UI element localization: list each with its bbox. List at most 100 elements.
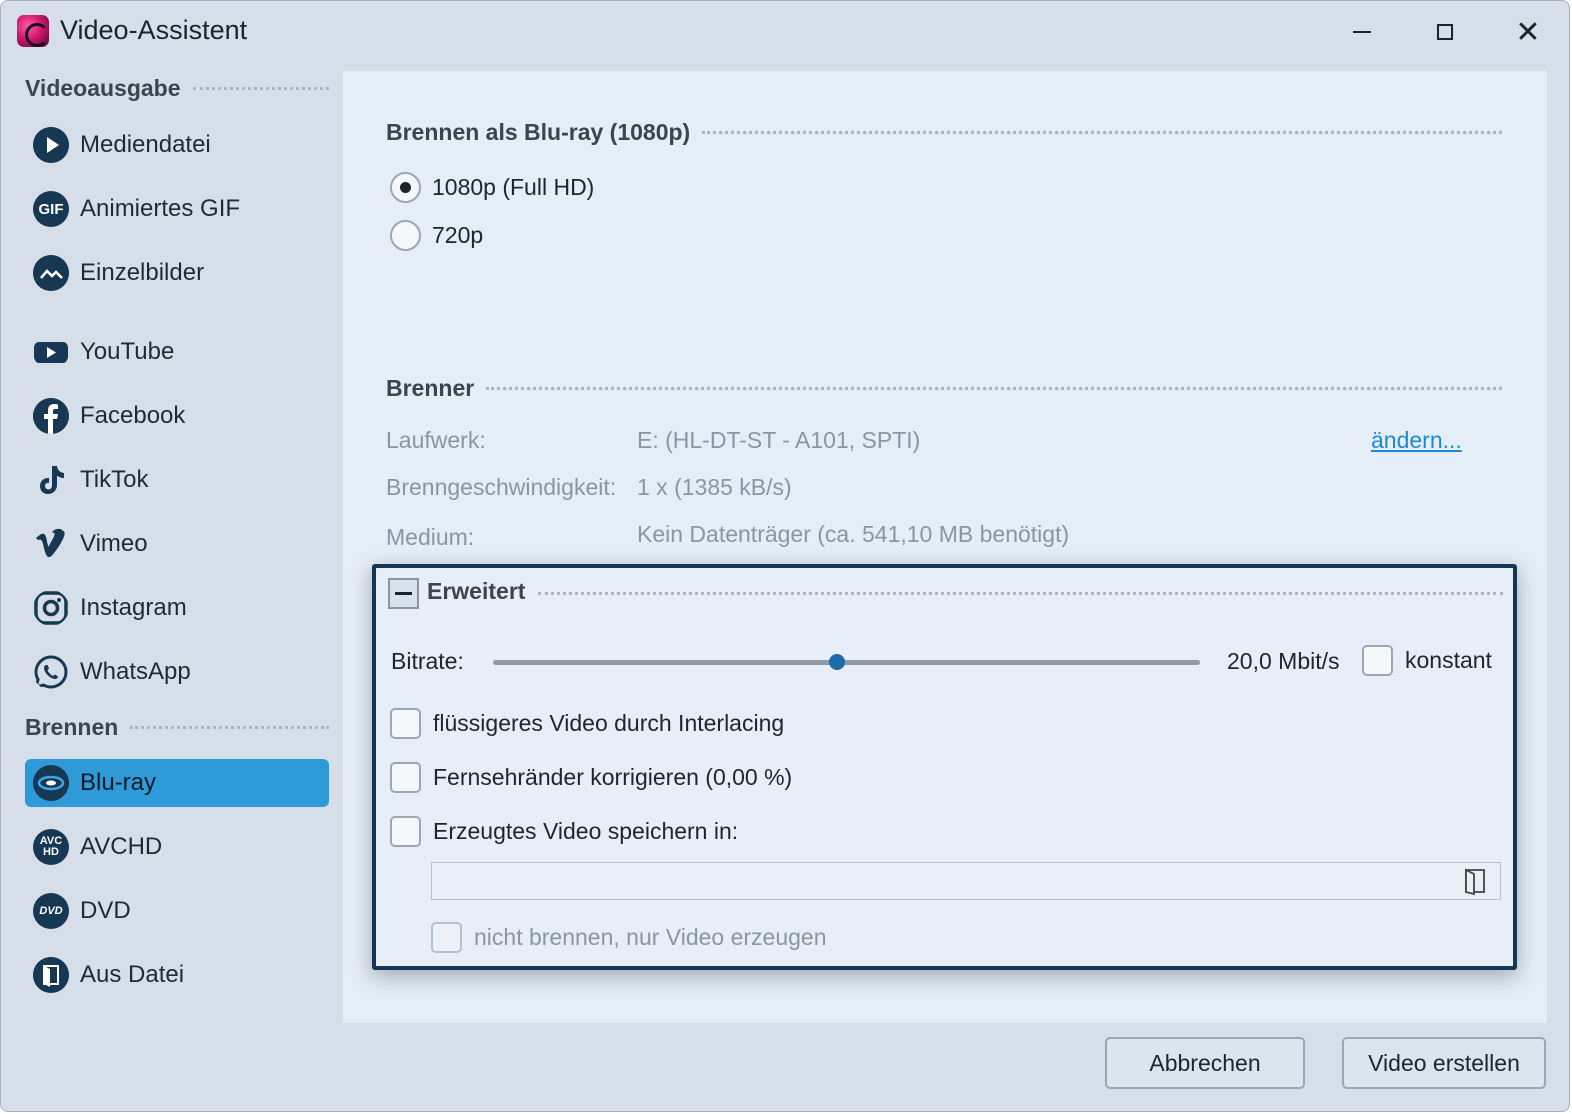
tv-edges-checkbox-row[interactable]: Fernsehränder korrigieren (0,00 %) bbox=[390, 762, 792, 793]
sidebar-item-bluray[interactable]: Blu-ray bbox=[25, 759, 329, 807]
sidebar-item-aus-datei[interactable]: Aus Datei bbox=[25, 951, 329, 999]
tiktok-icon bbox=[33, 462, 69, 498]
burn-as-title: Brennen als Blu-ray (1080p) bbox=[386, 119, 691, 145]
minimize-button[interactable] bbox=[1345, 15, 1379, 49]
radio-label: 1080p (Full HD) bbox=[432, 174, 595, 200]
no-burn-checkbox-row[interactable]: nicht brennen, nur Video erzeugen bbox=[431, 922, 827, 953]
sidebar-item-label: Blu-ray bbox=[80, 769, 157, 796]
section-videoausgabe: Videoausgabe bbox=[25, 75, 329, 102]
bluray-icon bbox=[33, 765, 69, 801]
sidebar-item-instagram[interactable]: Instagram bbox=[25, 584, 329, 632]
sidebar-item-tiktok[interactable]: TikTok bbox=[25, 456, 329, 504]
divider bbox=[538, 592, 1503, 595]
create-video-button[interactable]: Video erstellen bbox=[1342, 1037, 1546, 1089]
save-video-checkbox-row[interactable]: Erzeugtes Video speichern in: bbox=[390, 816, 738, 847]
sidebar-item-dvd[interactable]: DVD DVD bbox=[25, 887, 329, 935]
folder-open-icon[interactable] bbox=[1460, 867, 1490, 896]
file-icon bbox=[33, 957, 69, 993]
bitrate-value: 20,0 Mbit/s bbox=[1227, 648, 1340, 674]
minimize-icon bbox=[1353, 31, 1371, 33]
speed-value: 1 x (1385 kB/s) bbox=[637, 474, 792, 500]
sidebar-item-label: Aus Datei bbox=[80, 961, 185, 988]
sidebar-item-youtube[interactable]: YouTube bbox=[25, 328, 329, 376]
app-logo-icon bbox=[17, 15, 49, 47]
medium-label: Medium: bbox=[386, 524, 475, 550]
title-bar: Video-Assistent ✕ bbox=[1, 1, 1569, 63]
no-burn-checkbox[interactable] bbox=[431, 922, 462, 953]
radio-label: 720p bbox=[432, 222, 484, 248]
dvd-icon: DVD bbox=[33, 893, 69, 929]
avchd-icon: AVC HD bbox=[33, 829, 69, 865]
tv-edges-label: Fernsehränder korrigieren (0,00 %) bbox=[433, 764, 793, 790]
sidebar-item-einzelbilder[interactable]: Einzelbilder bbox=[25, 249, 329, 297]
instagram-icon bbox=[33, 590, 69, 626]
constant-checkbox[interactable] bbox=[1362, 645, 1393, 676]
window-title: Video-Assistent bbox=[60, 15, 248, 45]
image-icon bbox=[33, 255, 69, 291]
sidebar-item-label: AVCHD bbox=[80, 833, 163, 860]
radio-1080p[interactable]: 1080p (Full HD) bbox=[390, 172, 594, 203]
interlacing-checkbox-row[interactable]: flüssigeres Video durch Interlacing bbox=[390, 708, 784, 739]
cancel-button[interactable]: Abbrechen bbox=[1105, 1037, 1305, 1089]
facebook-icon bbox=[33, 398, 69, 434]
minus-icon bbox=[395, 592, 412, 595]
divider bbox=[192, 87, 329, 90]
tv-edges-checkbox[interactable] bbox=[390, 762, 421, 793]
interlacing-checkbox[interactable] bbox=[390, 708, 421, 739]
save-path-input[interactable] bbox=[431, 862, 1501, 900]
maximize-icon bbox=[1437, 24, 1453, 40]
speed-label: Brenngeschwindigkeit: bbox=[386, 474, 617, 500]
bitrate-slider-thumb[interactable] bbox=[829, 654, 846, 670]
no-burn-label: nicht brennen, nur Video erzeugen bbox=[474, 924, 827, 950]
play-icon bbox=[33, 127, 69, 163]
maximize-button[interactable] bbox=[1428, 15, 1462, 49]
sidebar-item-whatsapp[interactable]: WhatsApp bbox=[25, 648, 329, 696]
sidebar-item-label: DVD bbox=[80, 897, 131, 924]
section-title: Brennen bbox=[25, 714, 119, 740]
close-button[interactable]: ✕ bbox=[1511, 15, 1545, 49]
burn-as-group-header: Brennen als Blu-ray (1080p) bbox=[386, 119, 1502, 146]
sidebar-item-label: Instagram bbox=[80, 594, 187, 621]
sidebar: Videoausgabe Mediendatei GIF Animiertes … bbox=[1, 63, 341, 1063]
section-brennen: Brennen bbox=[25, 714, 329, 741]
constant-label: konstant bbox=[1405, 647, 1492, 673]
whatsapp-icon bbox=[33, 654, 69, 690]
sidebar-item-vimeo[interactable]: Vimeo bbox=[25, 520, 329, 568]
vimeo-icon bbox=[33, 526, 69, 562]
burner-title: Brenner bbox=[386, 375, 475, 401]
sidebar-item-label: Animiertes GIF bbox=[80, 195, 241, 222]
interlacing-label: flüssigeres Video durch Interlacing bbox=[433, 710, 785, 736]
sidebar-item-label: Einzelbilder bbox=[80, 259, 205, 286]
divider bbox=[702, 131, 1502, 134]
medium-value: Kein Datenträger (ca. 541,10 MB benötigt… bbox=[637, 521, 1070, 547]
drive-value: E: (HL-DT-ST - A101, SPTI) bbox=[637, 427, 921, 453]
sidebar-item-label: WhatsApp bbox=[80, 658, 191, 685]
sidebar-item-label: Vimeo bbox=[80, 530, 148, 557]
radio-button[interactable] bbox=[390, 172, 421, 203]
sidebar-item-label: Facebook bbox=[80, 402, 186, 429]
sidebar-item-mediendatei[interactable]: Mediendatei bbox=[25, 121, 329, 169]
sidebar-item-label: Mediendatei bbox=[80, 131, 211, 158]
change-drive-link[interactable]: ändern... bbox=[1371, 427, 1462, 454]
save-video-label: Erzeugtes Video speichern in: bbox=[433, 818, 739, 844]
advanced-settings-box: Erweitert Bitrate: 20,0 Mbit/s konstant … bbox=[372, 564, 1517, 970]
sidebar-item-animiertes-gif[interactable]: GIF Animiertes GIF bbox=[25, 185, 329, 233]
collapse-button[interactable] bbox=[388, 578, 419, 609]
radio-720p[interactable]: 720p bbox=[390, 220, 483, 251]
section-title: Videoausgabe bbox=[25, 75, 181, 101]
burner-group-header: Brenner bbox=[386, 375, 1502, 402]
video-assistant-window: Video-Assistent ✕ Videoausgabe Mediendat… bbox=[0, 0, 1570, 1112]
advanced-title: Erweitert bbox=[427, 578, 526, 604]
bitrate-slider[interactable] bbox=[493, 660, 1200, 665]
close-icon: ✕ bbox=[1515, 15, 1541, 49]
bitrate-label: Bitrate: bbox=[391, 648, 464, 674]
radio-button[interactable] bbox=[390, 220, 421, 251]
sidebar-item-label: TikTok bbox=[80, 466, 149, 493]
youtube-icon bbox=[33, 334, 69, 370]
gif-icon: GIF bbox=[33, 191, 69, 227]
drive-label: Laufwerk: bbox=[386, 427, 486, 453]
sidebar-item-avchd[interactable]: AVC HD AVCHD bbox=[25, 823, 329, 871]
constant-checkbox-row[interactable]: konstant bbox=[1362, 645, 1492, 676]
sidebar-item-facebook[interactable]: Facebook bbox=[25, 392, 329, 440]
save-video-checkbox[interactable] bbox=[390, 816, 421, 847]
